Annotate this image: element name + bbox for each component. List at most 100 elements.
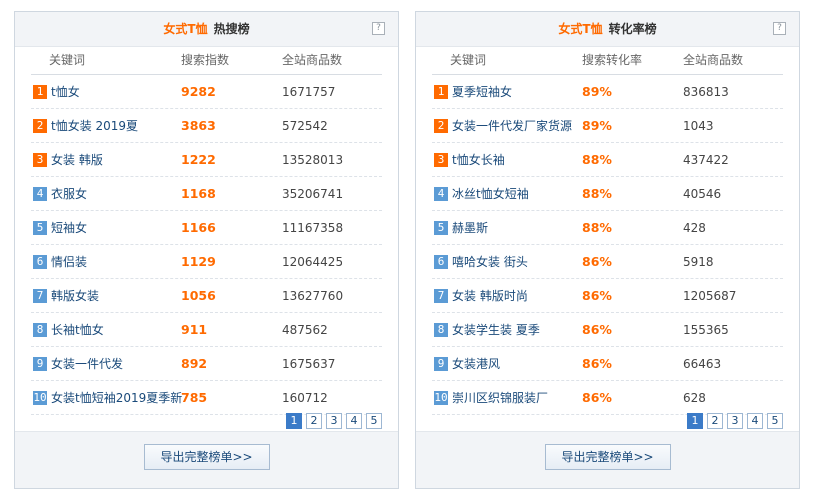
product-count: 13627760	[282, 289, 344, 303]
pagination: 12345	[282, 413, 382, 429]
table-row: 9 女装一件代发 892 1675637	[31, 347, 382, 381]
panel-title: 热搜榜	[213, 22, 250, 36]
keyword-link[interactable]: 情侣装	[51, 245, 87, 279]
panel-header: 女式T恤 转化率榜 ?	[416, 12, 799, 47]
rank-badge: 1	[434, 85, 448, 99]
conversion-rate: 86%	[582, 254, 612, 269]
table-row: 9 女装港风 86% 66463	[432, 347, 783, 381]
table-row: 4 衣服女 1168 35206741	[31, 177, 382, 211]
product-count: 66463	[683, 357, 722, 371]
keyword-link[interactable]: 女装港风	[452, 347, 500, 381]
product-count: 35206741	[282, 187, 344, 201]
table-row: 8 女装学生装 夏季 86% 155365	[432, 313, 783, 347]
header-keyword: 关键词	[49, 53, 86, 67]
ranking-list: 1 夏季短袖女 89% 836813 2 女装一件代发厂家货源 89% 1043 3 t恤女长…	[432, 75, 783, 415]
conversion-rate: 86%	[582, 356, 612, 371]
product-count: 572542	[282, 119, 328, 133]
category-label: 女式T恤	[163, 22, 208, 36]
search-index: 1222	[181, 152, 216, 167]
table-row: 3 女装 韩版 1222 13528013	[31, 143, 382, 177]
product-count: 428	[683, 221, 706, 235]
page-4-button[interactable]: 4	[747, 413, 763, 429]
help-icon[interactable]: ?	[372, 22, 385, 35]
page-2-button[interactable]: 2	[306, 413, 322, 429]
help-icon[interactable]: ?	[773, 22, 786, 35]
product-count: 1671757	[282, 85, 336, 99]
keyword-link[interactable]: 女装一件代发	[51, 347, 123, 381]
rank-badge: 5	[33, 221, 47, 235]
table-row: 5 赫墨斯 88% 428	[432, 211, 783, 245]
conversion-rate: 89%	[582, 118, 612, 133]
keyword-link[interactable]: 冰丝t恤女短袖	[452, 177, 529, 211]
keyword-link[interactable]: 夏季短袖女	[452, 75, 512, 109]
table-header: 关键词 搜索转化率 全站商品数	[432, 46, 783, 75]
search-index: 3863	[181, 118, 216, 133]
product-count: 11167358	[282, 221, 344, 235]
product-count: 13528013	[282, 153, 344, 167]
product-count: 1205687	[683, 289, 737, 303]
keyword-link[interactable]: 女装 韩版	[51, 143, 103, 177]
keyword-link[interactable]: 女装学生装 夏季	[452, 313, 540, 347]
keyword-link[interactable]: 崇川区织锦服装厂	[452, 381, 548, 415]
product-count: 5918	[683, 255, 714, 269]
keyword-link[interactable]: 女装 韩版时尚	[452, 279, 528, 313]
table-row: 7 女装 韩版时尚 86% 1205687	[432, 279, 783, 313]
export-full-list-button[interactable]: 导出完整榜单>>	[544, 444, 671, 470]
table-row: 6 嘻哈女装 街头 86% 5918	[432, 245, 783, 279]
header-count: 全站商品数	[282, 53, 343, 67]
export-full-list-button[interactable]: 导出完整榜单>>	[143, 444, 270, 470]
product-count: 437422	[683, 153, 729, 167]
conversion-rate: 86%	[582, 390, 612, 405]
keyword-link[interactable]: 女装t恤短袖2019夏季新	[51, 381, 182, 415]
keyword-link[interactable]: t恤女装 2019夏	[51, 109, 138, 143]
header-count: 全站商品数	[683, 53, 744, 67]
product-count: 155365	[683, 323, 729, 337]
header-metric: 搜索转化率	[582, 53, 643, 67]
rank-badge: 4	[33, 187, 47, 201]
hot-search-panel: 女式T恤 热搜榜 ? 关键词 搜索指数 全站商品数 1 t恤女 9282 1671757…	[14, 11, 399, 489]
rank-badge: 2	[434, 119, 448, 133]
rank-badge: 6	[434, 255, 448, 269]
rank-badge: 8	[33, 323, 47, 337]
rank-badge: 3	[33, 153, 47, 167]
search-index: 911	[181, 322, 208, 337]
keyword-link[interactable]: 短袖女	[51, 211, 87, 245]
keyword-link[interactable]: 嘻哈女装 街头	[452, 245, 528, 279]
rank-badge: 7	[434, 289, 448, 303]
page-1-button[interactable]: 1	[286, 413, 302, 429]
keyword-link[interactable]: t恤女	[51, 75, 80, 109]
keyword-link[interactable]: 赫墨斯	[452, 211, 488, 245]
rank-badge: 9	[33, 357, 47, 371]
keyword-link[interactable]: 韩版女装	[51, 279, 99, 313]
rank-badge: 7	[33, 289, 47, 303]
header-keyword: 关键词	[450, 53, 487, 67]
page-2-button[interactable]: 2	[707, 413, 723, 429]
product-count: 628	[683, 391, 706, 405]
search-index: 785	[181, 390, 208, 405]
page-1-button[interactable]: 1	[687, 413, 703, 429]
product-count: 836813	[683, 85, 729, 99]
table-row: 10 女装t恤短袖2019夏季新 785 160712	[31, 381, 382, 415]
product-count: 487562	[282, 323, 328, 337]
conversion-rate: 89%	[582, 84, 612, 99]
panel-footer: 导出完整榜单>>	[416, 431, 799, 488]
product-count: 12064425	[282, 255, 344, 269]
rank-badge: 6	[33, 255, 47, 269]
page-5-button[interactable]: 5	[767, 413, 783, 429]
page-5-button[interactable]: 5	[366, 413, 382, 429]
table-header: 关键词 搜索指数 全站商品数	[31, 46, 382, 75]
keyword-link[interactable]: 衣服女	[51, 177, 87, 211]
keyword-link[interactable]: 女装一件代发厂家货源	[452, 109, 572, 143]
panel-header: 女式T恤 热搜榜 ?	[15, 12, 398, 47]
keyword-link[interactable]: t恤女长袖	[452, 143, 505, 177]
keyword-link[interactable]: 长袖t恤女	[51, 313, 104, 347]
product-count: 1043	[683, 119, 714, 133]
conversion-rate: 88%	[582, 186, 612, 201]
search-index: 9282	[181, 84, 216, 99]
page-4-button[interactable]: 4	[346, 413, 362, 429]
page-3-button[interactable]: 3	[326, 413, 342, 429]
page-3-button[interactable]: 3	[727, 413, 743, 429]
table-row: 6 情侣装 1129 12064425	[31, 245, 382, 279]
rank-badge: 8	[434, 323, 448, 337]
table-row: 1 t恤女 9282 1671757	[31, 75, 382, 109]
